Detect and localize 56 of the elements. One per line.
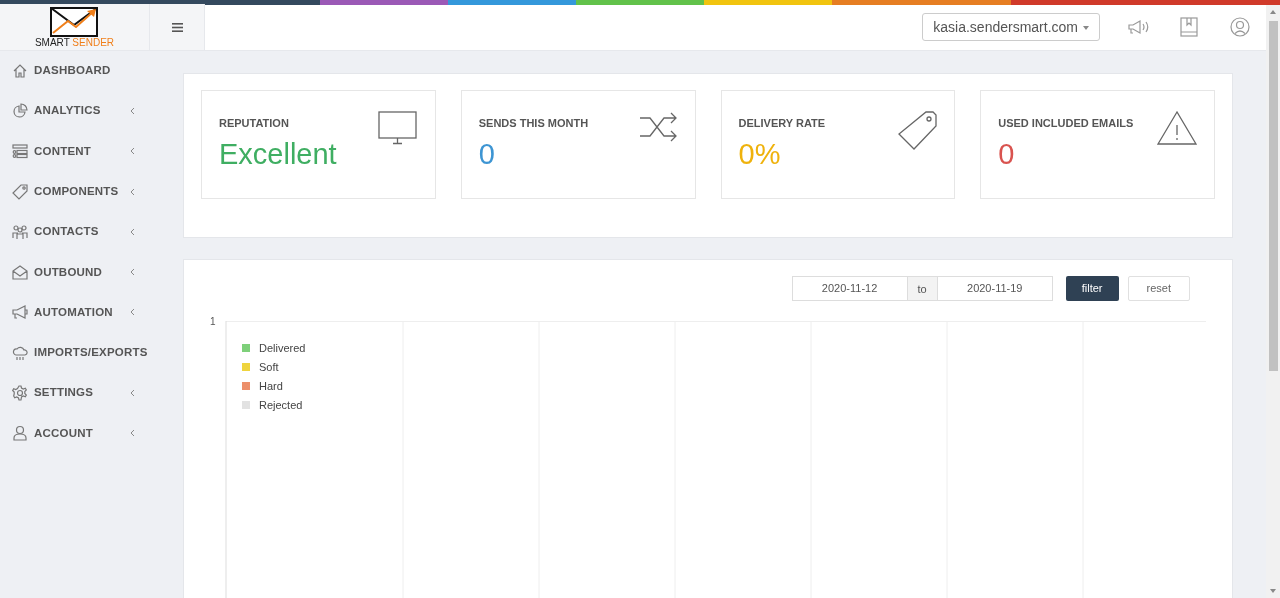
user-icon	[1230, 17, 1250, 38]
sidebar-item[interactable]: DASHBOARD	[0, 50, 170, 91]
sidebar-item[interactable]: OUTBOUND	[0, 252, 170, 293]
tag-icon	[897, 110, 938, 151]
brand-name: SMART	[34, 36, 70, 48]
cloud-icon	[12, 344, 28, 361]
account-dropdown[interactable]: kasia.sendersmart.com	[922, 13, 1100, 42]
sidebar-item[interactable]: IMPORTS/EXPORTS	[0, 332, 170, 373]
gear-icon	[12, 385, 28, 402]
megaphone-icon	[1128, 19, 1150, 36]
people-icon	[12, 223, 28, 240]
user-icon	[12, 425, 28, 442]
sidebar-item[interactable]: CONTACTS	[0, 211, 170, 252]
book-icon	[1180, 17, 1198, 38]
stat-label: USED INCLUDED EMAILS	[998, 115, 1134, 131]
date-to-field[interactable]: 2020-11-19	[936, 275, 1053, 301]
tag-icon	[12, 183, 28, 200]
envelope-icon	[12, 264, 28, 281]
caret-icon	[1083, 26, 1089, 31]
sidebar-item[interactable]: ACCOUNT	[0, 413, 170, 454]
separator-label: to	[907, 275, 937, 301]
legend-label: Hard	[259, 378, 283, 394]
menu-button[interactable]	[150, 4, 205, 51]
sidebar-item[interactable]: COMPONENTS	[0, 171, 170, 212]
filter-button[interactable]: filter	[1065, 275, 1119, 301]
legend-label: Rejected	[259, 397, 303, 413]
stat-label: DELIVERY RATE	[738, 115, 826, 131]
axis-label: 1	[210, 314, 216, 329]
scroll-down-icon[interactable]	[1269, 588, 1277, 594]
menu-icon	[171, 22, 183, 32]
sidebar-item[interactable]: SETTINGS	[0, 372, 170, 414]
megaphone-button[interactable]	[1128, 19, 1150, 36]
legend-label: Soft	[259, 359, 279, 375]
legend-label: Delivered	[259, 340, 306, 356]
sidebar-item[interactable]: ANALYTICS	[0, 90, 170, 132]
monitor-icon	[377, 110, 418, 145]
pie-chart-icon	[12, 102, 28, 119]
stat-label: SENDS THIS MONTH	[478, 115, 589, 131]
stat-value: Excellent	[219, 138, 337, 171]
scroll-up-icon[interactable]	[1269, 8, 1277, 15]
sidebar-item[interactable]: AUTOMATION	[0, 292, 170, 333]
megaphone-icon	[12, 304, 28, 321]
sidebar-item[interactable]: CONTENT	[0, 131, 170, 172]
date-from-field[interactable]: 2020-11-12	[791, 275, 908, 301]
stat-label: REPUTATION	[219, 115, 290, 131]
stat-value: 0%	[738, 138, 782, 171]
warning-icon	[1157, 110, 1197, 145]
shuffle-icon	[639, 110, 678, 143]
user-button[interactable]	[1230, 17, 1250, 38]
reset-button[interactable]: reset	[1127, 275, 1190, 301]
stat-value: 0	[478, 138, 496, 171]
stat-value: 0	[998, 138, 1016, 171]
book-button[interactable]	[1180, 17, 1198, 38]
brand-name: SENDER	[72, 36, 115, 48]
list-icon	[12, 143, 28, 160]
home-icon	[12, 62, 28, 79]
